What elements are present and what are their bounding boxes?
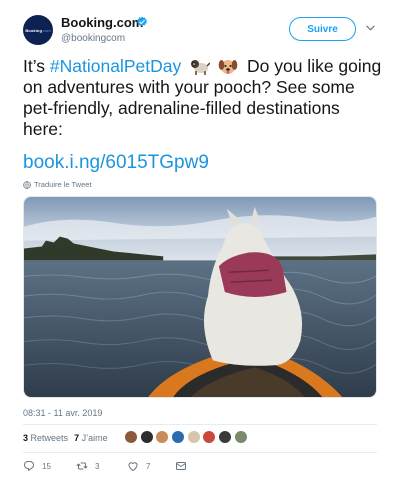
liker-avatar[interactable] <box>155 430 170 444</box>
liker-avatar[interactable] <box>124 430 138 444</box>
tweet-stats: 3 Retweets 7 J’aime <box>23 433 108 443</box>
tweet-photo[interactable] <box>23 196 377 398</box>
likes-stat[interactable]: 7 J’aime <box>74 433 108 443</box>
liker-avatar[interactable] <box>233 430 248 444</box>
divider <box>23 424 377 425</box>
dog-emoji <box>191 60 211 75</box>
direct-message-button[interactable] <box>175 460 194 472</box>
retweet-icon <box>76 462 88 470</box>
heart-icon <box>128 462 138 471</box>
reply-count: 15 <box>42 461 51 471</box>
translate-label: Traduire le Tweet <box>34 180 92 189</box>
tweet-actions: 15 3 7 <box>23 460 223 474</box>
author-handle[interactable]: @bookingcom <box>61 33 125 44</box>
retweet-button[interactable]: 3 <box>76 460 99 472</box>
envelope-icon <box>176 462 186 470</box>
liker-avatar[interactable] <box>171 430 186 444</box>
tweet-timestamp[interactable]: 08:31 - 11 avr. 2019 <box>23 408 102 418</box>
translate-tweet[interactable]: Traduire le Tweet <box>23 180 92 189</box>
verified-badge-icon <box>137 16 147 27</box>
dog-in-kayak-photo <box>24 197 376 397</box>
tweet-link[interactable]: book.i.ng/6015TGpw9 <box>23 152 209 174</box>
retweets-count: 3 <box>23 433 29 443</box>
retweets-stat[interactable]: 3 Retweets <box>23 433 68 443</box>
likes-count: 7 <box>74 433 80 443</box>
tweet-card: Booking .com Booking.com @bookingcom Suiv… <box>0 0 400 484</box>
author-name[interactable]: Booking.com <box>61 15 143 30</box>
liker-avatar[interactable] <box>202 430 217 444</box>
reply-icon <box>24 461 34 471</box>
divider <box>23 452 377 453</box>
avatar[interactable]: Booking .com <box>23 15 53 45</box>
dog-face-emoji <box>218 60 238 74</box>
globe-icon <box>23 180 31 189</box>
liker-avatar[interactable] <box>218 430 233 444</box>
chevron-down-icon[interactable] <box>366 25 375 31</box>
avatar-logo-text: Booking <box>25 27 43 33</box>
follow-button[interactable]: Suivre <box>289 17 356 41</box>
hashtag-link[interactable]: #NationalPetDay <box>50 56 181 76</box>
liker-avatar[interactable] <box>139 430 154 444</box>
retweet-count: 3 <box>95 461 100 471</box>
tweet-text-intro: It’s <box>23 56 50 76</box>
likes-label: J’aime <box>81 433 108 443</box>
like-count: 7 <box>146 461 151 471</box>
likers-avatars <box>124 430 250 444</box>
avatar-logo-dot: .com <box>42 27 51 33</box>
retweets-label: Retweets <box>30 433 69 443</box>
liker-avatar[interactable] <box>186 430 201 444</box>
like-button[interactable]: 7 <box>127 460 150 472</box>
tweet-text: It’s #NationalPetDay Do you like going o… <box>23 56 383 140</box>
reply-button[interactable]: 15 <box>23 460 51 472</box>
